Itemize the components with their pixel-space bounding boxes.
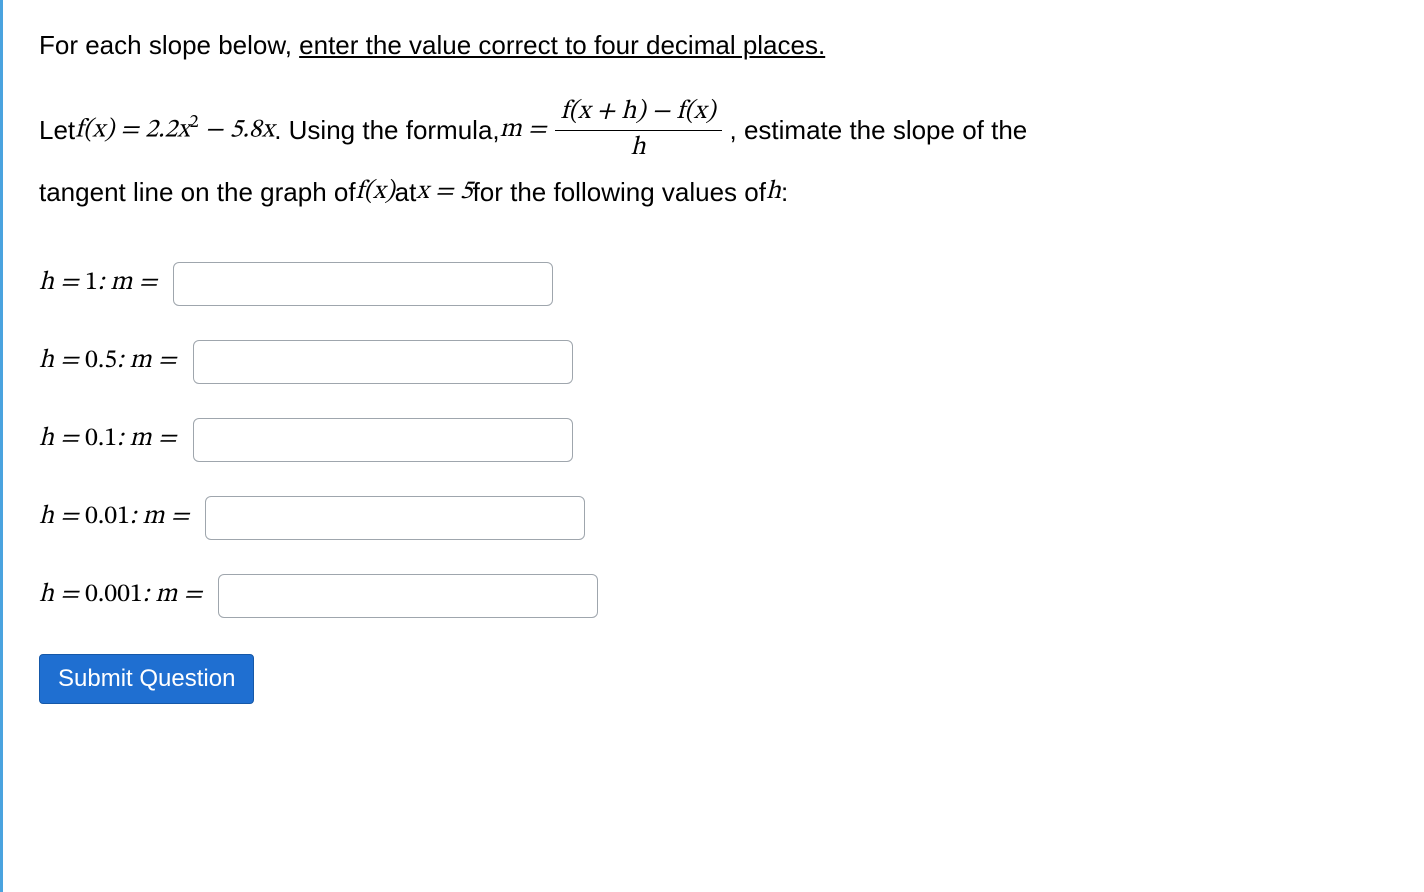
line2-fx: f(x) [356, 168, 395, 217]
row-h-pre: h = [39, 270, 85, 296]
fraction-denominator: h [625, 131, 652, 164]
problem-line-1: Let f(x) = 2.2x2 − 5.8x . Using the form… [39, 97, 1388, 164]
problem-statement: Let f(x) = 2.2x2 − 5.8x . Using the form… [39, 97, 1388, 218]
line2-post: for the following values of [473, 168, 766, 217]
line1-pre: Let [39, 106, 75, 155]
line2-end: : [781, 168, 788, 217]
row-label: h = 0.01: m = [39, 501, 189, 534]
line2-x-eq: x = 5 [416, 168, 472, 217]
answer-row-h-0-5: h = 0.5: m = [39, 340, 1388, 384]
answer-input-h-0-5[interactable] [193, 340, 573, 384]
fx-exponent: 2 [190, 114, 199, 132]
fraction-numerator: f(x + h) − f(x) [555, 97, 722, 130]
intro-lead: For each slope below, [39, 30, 299, 60]
row-label: h = 0.1: m = [39, 423, 177, 456]
row-label: h = 0.001: m = [39, 579, 202, 612]
row-h-val: 0.5 [85, 348, 117, 374]
row-m-eq: : m = [130, 504, 189, 530]
answer-row-h-1: h = 1: m = [39, 262, 1388, 306]
question-container: For each slope below, enter the value co… [0, 0, 1424, 892]
fx-tail: − 5.8x [199, 117, 275, 143]
line1-mid: . Using the formula, [274, 106, 499, 155]
line2-pre: tangent line on the graph of [39, 168, 356, 217]
submit-container: Submit Question [39, 654, 1388, 704]
m-equals: m = [500, 106, 547, 155]
row-h-val: 0.01 [85, 504, 130, 530]
submit-question-button[interactable]: Submit Question [39, 654, 254, 704]
row-m-eq: : m = [98, 270, 157, 296]
difference-quotient-fraction: f(x + h) − f(x) h [555, 97, 722, 164]
row-label: h = 0.5: m = [39, 345, 177, 378]
row-h-val: 1 [85, 270, 98, 296]
row-h-val: 0.1 [85, 426, 117, 452]
answer-row-h-0-001: h = 0.001: m = [39, 574, 1388, 618]
answer-row-h-0-01: h = 0.01: m = [39, 496, 1388, 540]
answer-input-h-0-1[interactable] [193, 418, 573, 462]
answer-row-h-0-1: h = 0.1: m = [39, 418, 1388, 462]
intro-text: For each slope below, enter the value co… [39, 30, 1388, 61]
fx-definition: f(x) = 2.2x2 − 5.8x [75, 106, 274, 156]
answer-input-h-0-01[interactable] [205, 496, 585, 540]
row-h-pre: h = [39, 504, 85, 530]
problem-line-2: tangent line on the graph of f(x) at x =… [39, 168, 1388, 217]
row-label: h = 1: m = [39, 267, 157, 300]
line1-post: , estimate the slope of the [730, 106, 1028, 155]
row-h-pre: h = [39, 582, 85, 608]
line2-mid: at [395, 168, 417, 217]
row-m-eq: : m = [117, 426, 176, 452]
row-h-pre: h = [39, 348, 85, 374]
intro-underlined: enter the value correct to four decimal … [299, 30, 825, 60]
answer-input-h-0-001[interactable] [218, 574, 598, 618]
answer-input-h-1[interactable] [173, 262, 553, 306]
line2-h: h [766, 168, 781, 217]
row-h-val: 0.001 [85, 582, 143, 608]
row-h-pre: h = [39, 426, 85, 452]
row-m-eq: : m = [143, 582, 202, 608]
row-m-eq: : m = [117, 348, 176, 374]
fx-eq: f(x) = 2.2x [75, 117, 190, 143]
